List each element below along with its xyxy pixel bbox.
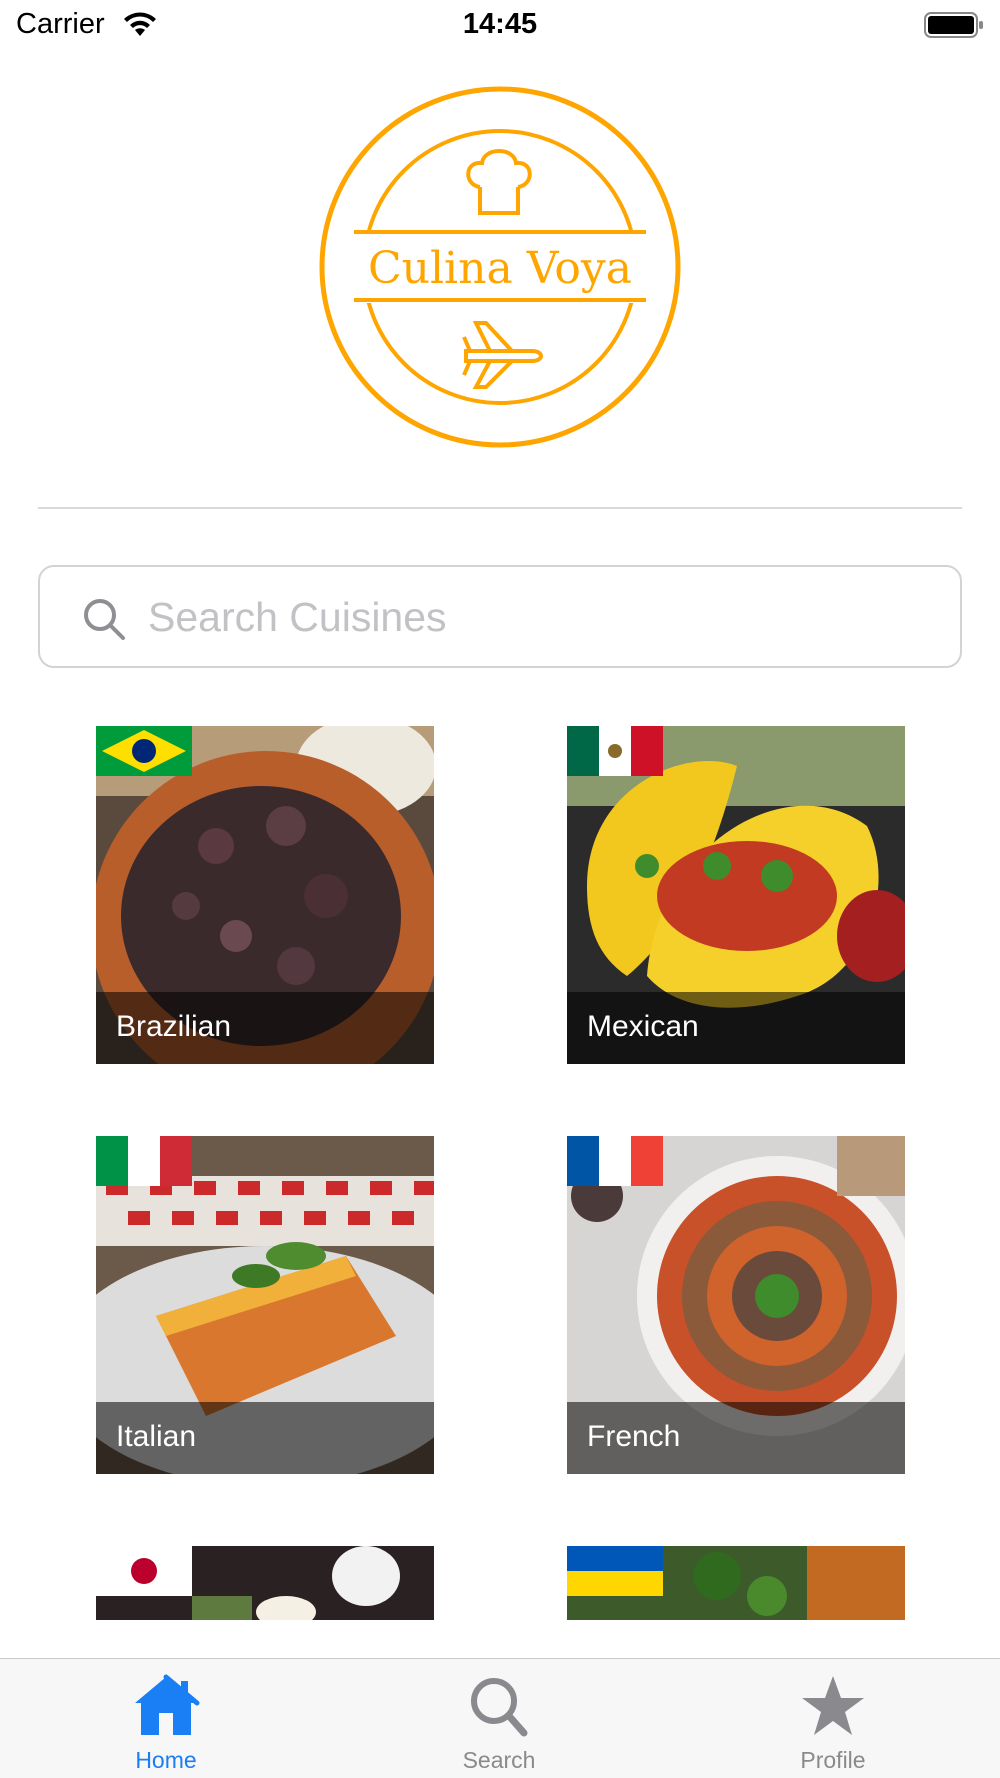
search-bar[interactable] <box>38 565 962 668</box>
airplane-icon <box>462 321 543 389</box>
tab-profile-label: Profile <box>800 1747 866 1773</box>
app-logo: Culina Voya <box>318 85 682 449</box>
chef-hat-icon <box>466 149 532 215</box>
cuisine-name: Mexican <box>587 1010 699 1043</box>
brazil-flag <box>96 726 192 776</box>
cuisine-card-mexican[interactable]: Mexican <box>567 726 905 1064</box>
ukraine-flag <box>567 1546 663 1596</box>
cuisine-card-italian[interactable]: Italian <box>96 1136 434 1474</box>
card-caption: Italian <box>96 1402 434 1474</box>
cuisine-name: French <box>587 1420 681 1453</box>
tab-home-label: Home <box>135 1747 197 1773</box>
cuisine-name: Italian <box>116 1420 197 1453</box>
japan-flag <box>96 1546 192 1596</box>
tab-search-label: Search <box>462 1747 536 1773</box>
card-caption: French <box>567 1402 905 1474</box>
mexico-flag <box>567 726 663 776</box>
tab-bar: Home Search Profile <box>0 1658 1000 1778</box>
italy-flag <box>96 1136 192 1186</box>
status-time: 14:45 <box>462 8 538 40</box>
card-caption: Brazilian <box>96 992 434 1064</box>
cuisine-card-french[interactable]: French <box>567 1136 905 1474</box>
home-icon <box>135 1674 200 1735</box>
france-flag <box>567 1136 663 1186</box>
card-caption: Mexican <box>567 992 905 1064</box>
cuisine-card-ukrainian[interactable] <box>567 1546 905 1620</box>
tab-profile[interactable]: Profile <box>753 1673 913 1773</box>
search-input[interactable] <box>148 585 928 649</box>
tab-home[interactable]: Home <box>86 1673 246 1773</box>
search-icon <box>471 1678 528 1737</box>
logo-wordmark: Culina Voya <box>368 243 632 294</box>
cuisine-name: Brazilian <box>116 1010 232 1043</box>
search-icon <box>84 599 125 640</box>
star-icon <box>802 1676 864 1735</box>
tab-search[interactable]: Search <box>419 1673 579 1773</box>
cuisine-card-brazilian[interactable]: Brazilian <box>96 726 434 1064</box>
cuisine-card-japanese[interactable] <box>96 1546 434 1620</box>
status-bar: Carrier 14:45 <box>0 0 1000 52</box>
battery-icon <box>924 12 983 38</box>
divider <box>38 507 962 509</box>
